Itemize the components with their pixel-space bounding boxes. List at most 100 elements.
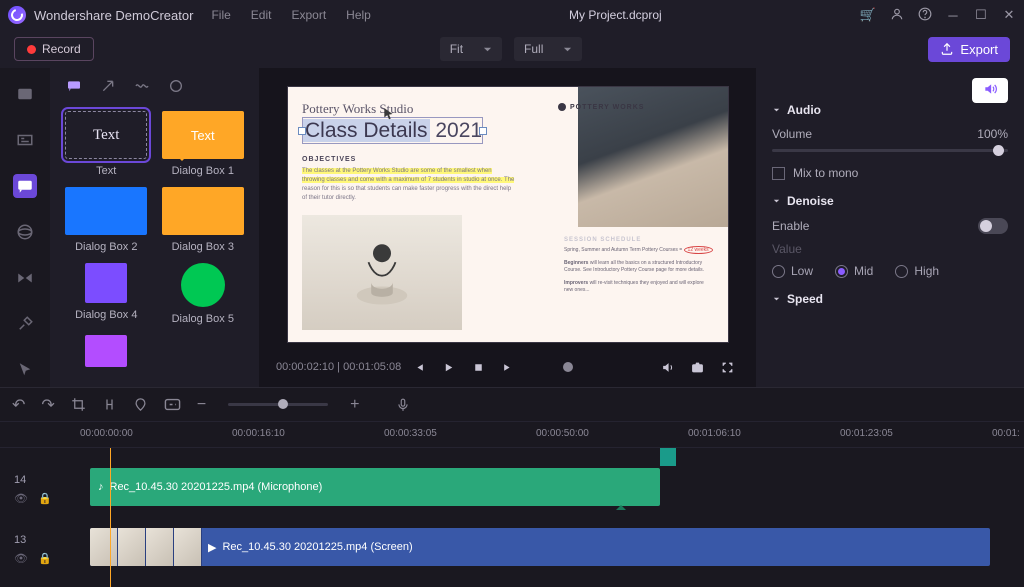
left-rail [0,68,50,387]
asset-dialog-4[interactable]: Dialog Box 4 [62,263,151,325]
track-1-controls[interactable]: 👁🔒 [14,492,52,505]
lock-icon[interactable]: 🔒 [38,492,52,505]
playback-marker-icon[interactable] [563,362,573,372]
split-icon[interactable] [102,397,117,412]
next-frame-button[interactable] [495,354,521,380]
callout-tool-icon[interactable] [66,78,82,99]
menu-edit[interactable]: Edit [251,8,272,22]
denoise-mid-radio[interactable]: Mid [835,264,873,278]
canvas-studio-text: Pottery Works Studio [302,101,542,117]
visibility-icon[interactable]: 👁 [14,552,28,565]
audio-tab-button[interactable] [972,78,1008,103]
zoom-out-icon[interactable]: − [197,396,206,414]
shape-tool-icon[interactable] [168,78,184,99]
annotations-icon[interactable] [13,174,37,198]
sketch-tool-icon[interactable] [134,78,150,99]
timeline-tools: ↶ ↷ − + [0,388,1024,422]
value-label: Value [772,242,802,256]
stickers-icon[interactable] [13,220,37,244]
transitions-icon[interactable] [13,266,37,290]
record-dot-icon [27,45,36,54]
mic-icon[interactable] [396,397,410,413]
library-icon[interactable] [13,82,37,106]
crop-icon[interactable] [71,397,86,412]
denoise-section-label: Denoise [787,194,834,208]
user-icon[interactable] [890,7,904,24]
playhead[interactable] [110,448,111,587]
properties-panel: Audio Volume100% Mix to mono Denoise Ena… [756,68,1024,387]
arrow-tool-icon[interactable] [100,78,116,99]
cart-icon[interactable]: 🛒 [860,7,876,23]
audio-section-header[interactable]: Audio [772,103,1008,117]
record-button[interactable]: Record [14,37,94,61]
audio-clip[interactable]: ♪ Rec_10.45.30 20201225.mp4 (Microphone) [90,468,660,506]
track-2-controls[interactable]: 👁🔒 [14,552,52,565]
timeline-ruler[interactable]: 00:00:00:00 00:00:16:10 00:00:33:05 00:0… [0,422,1024,448]
snapshot-icon[interactable] [684,354,710,380]
zoom-in-icon[interactable]: + [350,396,359,414]
stop-button[interactable] [465,354,491,380]
play-button[interactable] [435,354,461,380]
speed-section-header[interactable]: Speed [772,292,1008,306]
ruler-mark: 00:00:00:00 [80,428,133,439]
undo-icon[interactable]: ↶ [12,395,25,415]
full-dropdown[interactable]: Full [514,37,582,61]
chevron-down-icon [483,45,492,54]
asset-text-thumb: Text [65,111,147,159]
fit-dropdown[interactable]: Fit [440,37,502,61]
assets-panel: Text Text Text Dialog Box 1 Dialog Box 2… [50,68,260,387]
speed-icon[interactable] [164,398,181,411]
playback-time: 00:00:02:10 | 00:01:05:08 [276,361,401,373]
fit-label: Fit [450,42,463,56]
asset-text[interactable]: Text Text [62,111,151,177]
volume-icon[interactable] [654,354,680,380]
timeline-tracks[interactable]: 14 👁🔒 13 👁🔒 ♪ Rec_10.45.30 20201225.mp4 … [0,448,1024,587]
canvas-logo-text: POTTERY WORKS [558,103,644,111]
menu-help[interactable]: Help [346,8,371,22]
help-icon[interactable] [918,7,932,24]
redo-icon[interactable]: ↷ [41,395,54,415]
minimize-icon[interactable]: ─ [946,8,960,22]
video-clip-label: Rec_10.45.30 20201225.mp4 (Screen) [222,541,412,553]
effects-icon[interactable] [13,312,37,336]
export-button[interactable]: Export [928,37,1010,62]
app-logo-icon [8,6,26,24]
titles-icon[interactable] [13,128,37,152]
asset-dialog-3[interactable]: Dialog Box 3 [159,187,248,253]
prev-frame-button[interactable] [405,354,431,380]
denoise-low-radio[interactable]: Low [772,264,813,278]
volume-slider[interactable] [772,149,1008,152]
volume-value: 100% [977,127,1008,141]
marker-icon[interactable] [133,397,148,412]
zoom-slider[interactable] [228,403,328,406]
visibility-icon[interactable]: 👁 [14,492,28,505]
main-menu: File Edit Export Help [211,8,370,22]
track-1-number: 14 [14,474,26,486]
ruler-mark: 00:00:50:00 [536,428,589,439]
lock-icon[interactable]: 🔒 [38,552,52,565]
denoise-high-radio[interactable]: High [895,264,939,278]
asset-dialog-1[interactable]: Text Dialog Box 1 [159,111,248,177]
preview-canvas[interactable]: Pottery Works Studio Class Details 2021 … [288,87,728,342]
mix-label: Mix to mono [793,166,858,180]
close-icon[interactable]: ✕ [1002,8,1016,22]
ruler-mark: 00:00:33:05 [384,428,437,439]
canvas-objectives-heading: OBJECTIVES [302,156,542,163]
fullscreen-icon[interactable] [714,354,740,380]
mix-to-mono-checkbox[interactable]: Mix to mono [772,166,1008,180]
menu-file[interactable]: File [211,8,230,22]
menu-export[interactable]: Export [291,8,326,22]
asset-label: Dialog Box 4 [75,309,137,321]
maximize-icon[interactable]: ☐ [974,8,988,22]
music-note-icon: ♪ [98,481,104,493]
asset-dialog-2[interactable]: Dialog Box 2 [62,187,151,253]
denoise-section-header[interactable]: Denoise [772,194,1008,208]
cursor-icon [382,107,396,126]
video-clip[interactable]: ▶ Rec_10.45.30 20201225.mp4 (Screen) [90,528,990,566]
asset-dialog-6[interactable] [62,335,151,367]
asset-dialog-5[interactable]: Dialog Box 5 [159,263,248,325]
enable-toggle[interactable] [978,218,1008,234]
cursor-tab-icon[interactable] [13,358,37,382]
ruler-mark: 00:00:16:10 [232,428,285,439]
timeline-marker-clip[interactable] [660,448,676,466]
